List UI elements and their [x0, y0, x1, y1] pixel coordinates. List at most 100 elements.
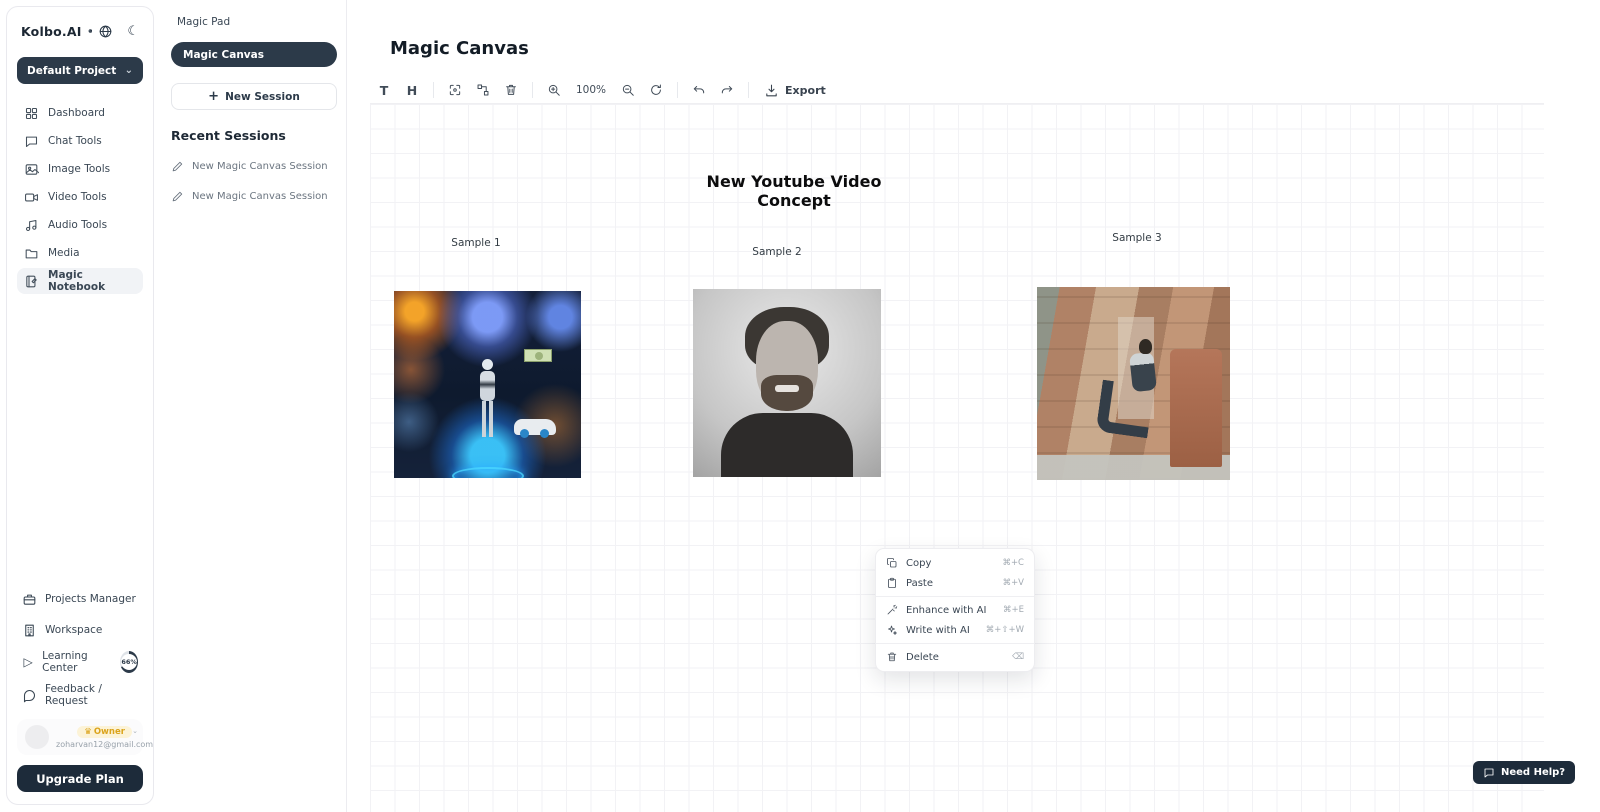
user-meta: ♛Owner zoharvan12@gmail.com — [56, 726, 153, 749]
play-icon: ▷ — [22, 655, 34, 669]
user-account-card[interactable]: ♛Owner zoharvan12@gmail.com ⌄ — [17, 719, 143, 755]
building-icon — [22, 623, 37, 638]
context-menu-write-with-ai[interactable]: Write with AI ⌘+⇧+W — [876, 620, 1034, 640]
sidebar-item-projects-manager[interactable]: Projects Manager — [17, 588, 143, 610]
magic-wand-icon — [886, 604, 898, 616]
toolbar-divider — [677, 82, 678, 98]
canvas-heading-text[interactable]: New Youtube Video Concept — [688, 172, 900, 210]
sample-2-image-portrait[interactable] — [693, 289, 881, 477]
sidebar-item-label: Audio Tools — [48, 219, 107, 231]
sidebar: Kolbo.AI ☾ Default Project ⌄ Dashboard C… — [6, 6, 154, 805]
user-menu-chevron-icon: ⌄ — [132, 727, 138, 735]
context-menu-enhance-with-ai[interactable]: Enhance with AI ⌘+E — [876, 600, 1034, 620]
undo-button[interactable] — [687, 78, 711, 102]
page-title: Magic Canvas — [390, 38, 529, 59]
context-menu-divider — [876, 596, 1034, 597]
sidebar-item-magic-notebook[interactable]: Magic Notebook — [17, 268, 143, 294]
video-camera-icon — [24, 190, 39, 205]
sidebar-item-label: Dashboard — [48, 107, 105, 119]
folder-icon — [24, 246, 39, 261]
learning-progress-value: 66% — [121, 654, 137, 670]
sidebar-item-label: Video Tools — [48, 191, 107, 203]
context-menu-copy[interactable]: Copy ⌘+C — [876, 553, 1034, 573]
sidebar-item-video-tools[interactable]: Video Tools — [17, 184, 143, 210]
sidebar-item-feedback-request[interactable]: Feedback / Request — [17, 683, 143, 707]
context-menu-paste[interactable]: Paste ⌘+V — [876, 573, 1034, 593]
reset-rotate-button[interactable] — [644, 78, 668, 102]
user-email: zoharvan12@gmail.com — [56, 740, 153, 749]
context-menu-delete[interactable]: Delete ⌫ — [876, 647, 1034, 667]
sample-1-image-ai-robot[interactable] — [394, 291, 581, 478]
sparkles-icon — [886, 624, 898, 636]
chat-bubble-icon — [24, 134, 39, 149]
sidebar-item-image-tools[interactable]: Image Tools — [17, 156, 143, 182]
nav-item-magic-pad[interactable]: Magic Pad — [171, 14, 337, 28]
role-badge: ♛Owner — [77, 726, 132, 738]
recent-session-item[interactable]: New Magic Canvas Session — [171, 190, 337, 203]
dark-mode-moon-icon[interactable]: ☾ — [127, 24, 139, 39]
help-chat-icon — [1483, 767, 1495, 779]
sidebar-item-label: Magic Notebook — [48, 269, 136, 293]
text-tool-button[interactable]: T — [372, 78, 396, 102]
sidebar-item-workspace[interactable]: Workspace — [17, 619, 143, 641]
sidebar-item-label: Workspace — [45, 624, 102, 636]
shortcut-label: ⌘+E — [1003, 605, 1024, 615]
heading-tool-button[interactable]: H — [400, 78, 424, 102]
toolbar-divider — [532, 82, 533, 98]
recent-sessions-heading: Recent Sessions — [171, 128, 337, 143]
delete-trash-button[interactable] — [499, 78, 523, 102]
upgrade-plan-button[interactable]: Upgrade Plan — [17, 765, 143, 792]
shortcut-label: ⌫ — [1012, 652, 1024, 662]
new-session-button[interactable]: + New Session — [171, 83, 337, 110]
zoom-out-button[interactable] — [616, 78, 640, 102]
copy-icon — [886, 557, 898, 569]
canvas-toolbar: T H 100% Export — [372, 77, 832, 103]
sidebar-item-dashboard[interactable]: Dashboard — [17, 100, 143, 126]
sidebar-item-chat-tools[interactable]: Chat Tools — [17, 128, 143, 154]
recent-session-item[interactable]: New Magic Canvas Session — [171, 160, 337, 173]
sidebar-item-label: Image Tools — [48, 163, 110, 175]
sidebar-item-learning-center[interactable]: ▷ Learning Center 66% — [17, 650, 143, 674]
chevron-down-icon: ⌄ — [125, 65, 133, 76]
briefcase-icon — [22, 592, 37, 607]
project-selector[interactable]: Default Project ⌄ — [17, 57, 143, 84]
sidebar-nav: Dashboard Chat Tools Image Tools Video T… — [17, 100, 143, 294]
redo-button[interactable] — [715, 78, 739, 102]
zoom-in-button[interactable] — [542, 78, 566, 102]
selection-scan-button[interactable] — [443, 78, 467, 102]
toolbar-divider — [748, 82, 749, 98]
sample-3-image-man-on-ruins[interactable] — [1037, 287, 1230, 480]
dashboard-icon — [24, 106, 39, 121]
sample-1-label[interactable]: Sample 1 — [436, 237, 516, 249]
connector-flow-button[interactable] — [471, 78, 495, 102]
sidebar-item-media[interactable]: Media — [17, 240, 143, 266]
trash-icon — [886, 651, 898, 663]
sample-3-label[interactable]: Sample 3 — [1097, 232, 1177, 244]
export-button[interactable]: Export — [758, 83, 832, 98]
project-selector-label: Default Project — [27, 65, 116, 77]
toolbar-divider — [433, 82, 434, 98]
music-note-icon — [24, 218, 39, 233]
brain-logo-icon — [88, 23, 93, 39]
plus-icon: + — [208, 89, 219, 104]
magic-canvas-surface[interactable]: New Youtube Video Concept Sample 1 Sampl… — [370, 104, 1544, 812]
shortcut-label: ⌘+C — [1002, 558, 1024, 568]
sidebar-item-label: Feedback / Request — [45, 683, 138, 707]
avatar — [25, 725, 49, 749]
image-icon — [24, 162, 39, 177]
sidebar-item-label: Learning Center — [42, 650, 110, 674]
pencil-icon — [171, 160, 184, 173]
shortcut-label: ⌘+V — [1003, 578, 1024, 588]
nav-item-magic-canvas-active[interactable]: Magic Canvas — [171, 42, 337, 67]
language-globe-icon[interactable] — [98, 24, 113, 39]
need-help-button[interactable]: Need Help? — [1473, 761, 1575, 784]
sidebar-footer-nav: Projects Manager Workspace ▷ Learning Ce… — [17, 588, 143, 707]
sidebar-item-label: Projects Manager — [45, 593, 136, 605]
download-icon — [764, 83, 779, 98]
sample-2-label[interactable]: Sample 2 — [737, 246, 817, 258]
sidebar-item-audio-tools[interactable]: Audio Tools — [17, 212, 143, 238]
zoom-level-value[interactable]: 100% — [570, 84, 612, 96]
context-menu: Copy ⌘+C Paste ⌘+V Enhance with AI ⌘+E W… — [875, 548, 1035, 672]
feedback-bubble-icon — [22, 688, 37, 703]
paste-clipboard-icon — [886, 577, 898, 589]
